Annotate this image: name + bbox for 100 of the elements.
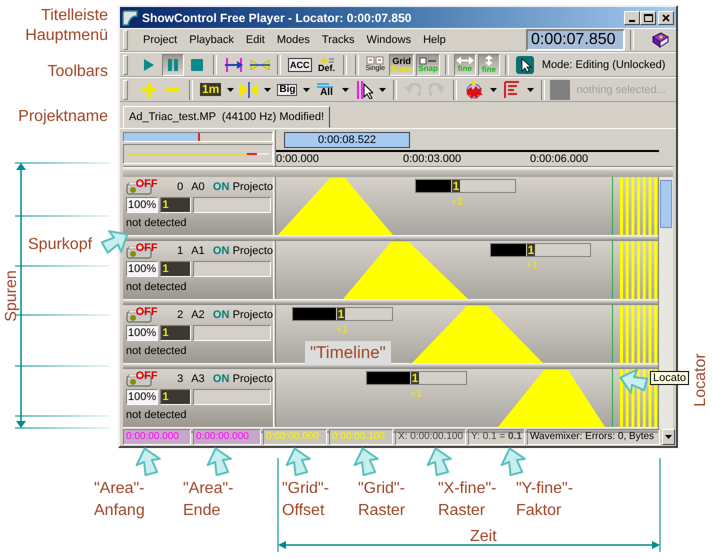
value-field[interactable]: 1 bbox=[160, 196, 192, 212]
mode-label: Mode: Editing (Unlocked) bbox=[542, 58, 666, 70]
app-icon bbox=[122, 10, 138, 26]
annotation-label: "Area"- Ende bbox=[183, 479, 234, 521]
value-field[interactable]: 1 bbox=[160, 324, 192, 340]
annotation-label: "Y-fine"- Faktor bbox=[516, 479, 574, 521]
marker-line bbox=[612, 305, 613, 363]
callout-arrow-icon bbox=[204, 446, 234, 476]
marker-line bbox=[612, 177, 613, 235]
device-name: Projecto bbox=[232, 180, 273, 192]
cue-offset: +1 bbox=[450, 196, 464, 208]
menu-item[interactable]: Playback bbox=[184, 32, 239, 48]
menu-item[interactable]: Project bbox=[138, 32, 182, 48]
track-number: 1 bbox=[176, 244, 184, 256]
annotation-label: Locator bbox=[691, 352, 710, 409]
minimize-button[interactable] bbox=[624, 10, 640, 24]
caret-icon bbox=[665, 435, 672, 439]
device-status: not detected bbox=[126, 344, 187, 356]
track-name: A3 bbox=[191, 372, 206, 384]
dropdown-button[interactable] bbox=[662, 429, 675, 445]
close-button[interactable] bbox=[658, 10, 674, 24]
device-name: Projecto bbox=[232, 372, 273, 384]
device-name: Projecto bbox=[232, 244, 273, 256]
value-field[interactable]: 1 bbox=[160, 260, 192, 276]
track-name: A2 bbox=[191, 308, 206, 320]
status-field: 0:00:00.100 bbox=[329, 429, 393, 445]
cue-bar[interactable] bbox=[366, 371, 467, 385]
cursor-icon bbox=[355, 80, 374, 98]
menu-item[interactable]: Help bbox=[418, 32, 451, 48]
annotation-label: "Grid"- Offset bbox=[282, 479, 329, 521]
annotation-label: "Timeline" bbox=[305, 341, 391, 365]
pause-button[interactable] bbox=[162, 54, 184, 76]
callout-arrow-icon bbox=[618, 366, 648, 396]
big-button[interactable]: Big bbox=[275, 78, 300, 100]
track-number: 2 bbox=[176, 308, 184, 320]
length-button[interactable]: 1m bbox=[198, 78, 224, 100]
def-button[interactable]: Def. bbox=[316, 54, 338, 76]
maximize-button[interactable] bbox=[640, 10, 656, 24]
vertical-arrows-icon bbox=[484, 55, 494, 66]
value-field[interactable]: 1 bbox=[160, 388, 192, 404]
annotation-label: Titelleiste bbox=[40, 6, 108, 26]
callout-arrow-icon bbox=[424, 446, 454, 476]
cue-bar[interactable] bbox=[415, 179, 516, 193]
caret-icon bbox=[379, 88, 386, 92]
tree-list-icon bbox=[503, 80, 522, 98]
plus-icon bbox=[141, 82, 157, 98]
range-box[interactable]: 0:00:08.522 bbox=[284, 132, 410, 148]
callout-arrow-icon bbox=[283, 446, 313, 476]
device-name: Projecto bbox=[232, 308, 273, 320]
volume-field[interactable]: 100% bbox=[126, 388, 158, 404]
menu-item[interactable]: Edit bbox=[240, 32, 270, 48]
minus-icon bbox=[165, 88, 181, 92]
pause-icon bbox=[167, 58, 179, 72]
annotation-label: Toolbars bbox=[46, 62, 108, 82]
caret-icon bbox=[303, 88, 310, 92]
project-tab[interactable]: Ad_Triac_test.MP (44100 Hz) Modified! bbox=[123, 106, 330, 128]
caret-icon bbox=[490, 88, 498, 92]
volume-field[interactable]: 100% bbox=[126, 196, 158, 212]
volume-field[interactable]: 100% bbox=[126, 260, 158, 276]
overview-line-icon bbox=[127, 153, 269, 155]
status-field: Y: 0.1 = 0.1 bbox=[468, 429, 525, 445]
marker-line bbox=[612, 241, 613, 299]
time-tick: 0:00:06.000 bbox=[530, 153, 588, 165]
annotation-label: Hauptmenü bbox=[24, 26, 108, 46]
menu-item[interactable]: Windows bbox=[361, 32, 416, 48]
close-icon bbox=[662, 14, 670, 22]
status-field: 0:00:00.000 bbox=[123, 429, 191, 445]
play-icon bbox=[143, 58, 155, 72]
cursor-icon bbox=[516, 56, 534, 74]
marker-arrow-icon bbox=[224, 58, 244, 72]
annotation-label: Projektname bbox=[17, 107, 108, 127]
cards-icon bbox=[366, 56, 384, 65]
square-icon bbox=[550, 80, 570, 100]
annotation-label: "Grid"- Raster bbox=[358, 479, 406, 521]
time-tick: 0:00:03.000 bbox=[403, 153, 462, 165]
cue-bar[interactable] bbox=[292, 307, 393, 321]
annotation-label: "X-fine"- Raster bbox=[438, 479, 496, 521]
track-name: A0 bbox=[191, 180, 206, 192]
menu-item[interactable]: Tracks bbox=[316, 32, 360, 48]
cue-bar[interactable] bbox=[490, 243, 591, 257]
device-status: not detected bbox=[126, 280, 187, 292]
grid-button[interactable]: Grid Show bbox=[388, 54, 414, 76]
all-button[interactable]: All bbox=[314, 78, 338, 100]
status-field: X: 0:00:00.100 bbox=[395, 429, 466, 445]
converging-arrows-icon bbox=[250, 58, 270, 72]
menu-item[interactable]: Modes bbox=[272, 32, 315, 48]
overview-scrollbar[interactable] bbox=[123, 132, 273, 142]
minimize-icon bbox=[629, 20, 635, 22]
scroll-thumb[interactable] bbox=[660, 180, 672, 228]
callout-arrow-icon bbox=[133, 446, 163, 476]
striped-region-drawing bbox=[620, 305, 658, 363]
book-icon bbox=[651, 32, 669, 48]
mode-button[interactable] bbox=[514, 54, 536, 76]
callout-arrow-icon bbox=[351, 446, 381, 476]
cue-offset: +1 bbox=[336, 324, 348, 336]
caret-icon bbox=[264, 88, 272, 92]
callout-arrow-icon bbox=[498, 446, 528, 476]
maximize-icon bbox=[644, 14, 652, 22]
volume-field[interactable]: 100% bbox=[126, 324, 158, 340]
stop-icon bbox=[191, 58, 203, 70]
